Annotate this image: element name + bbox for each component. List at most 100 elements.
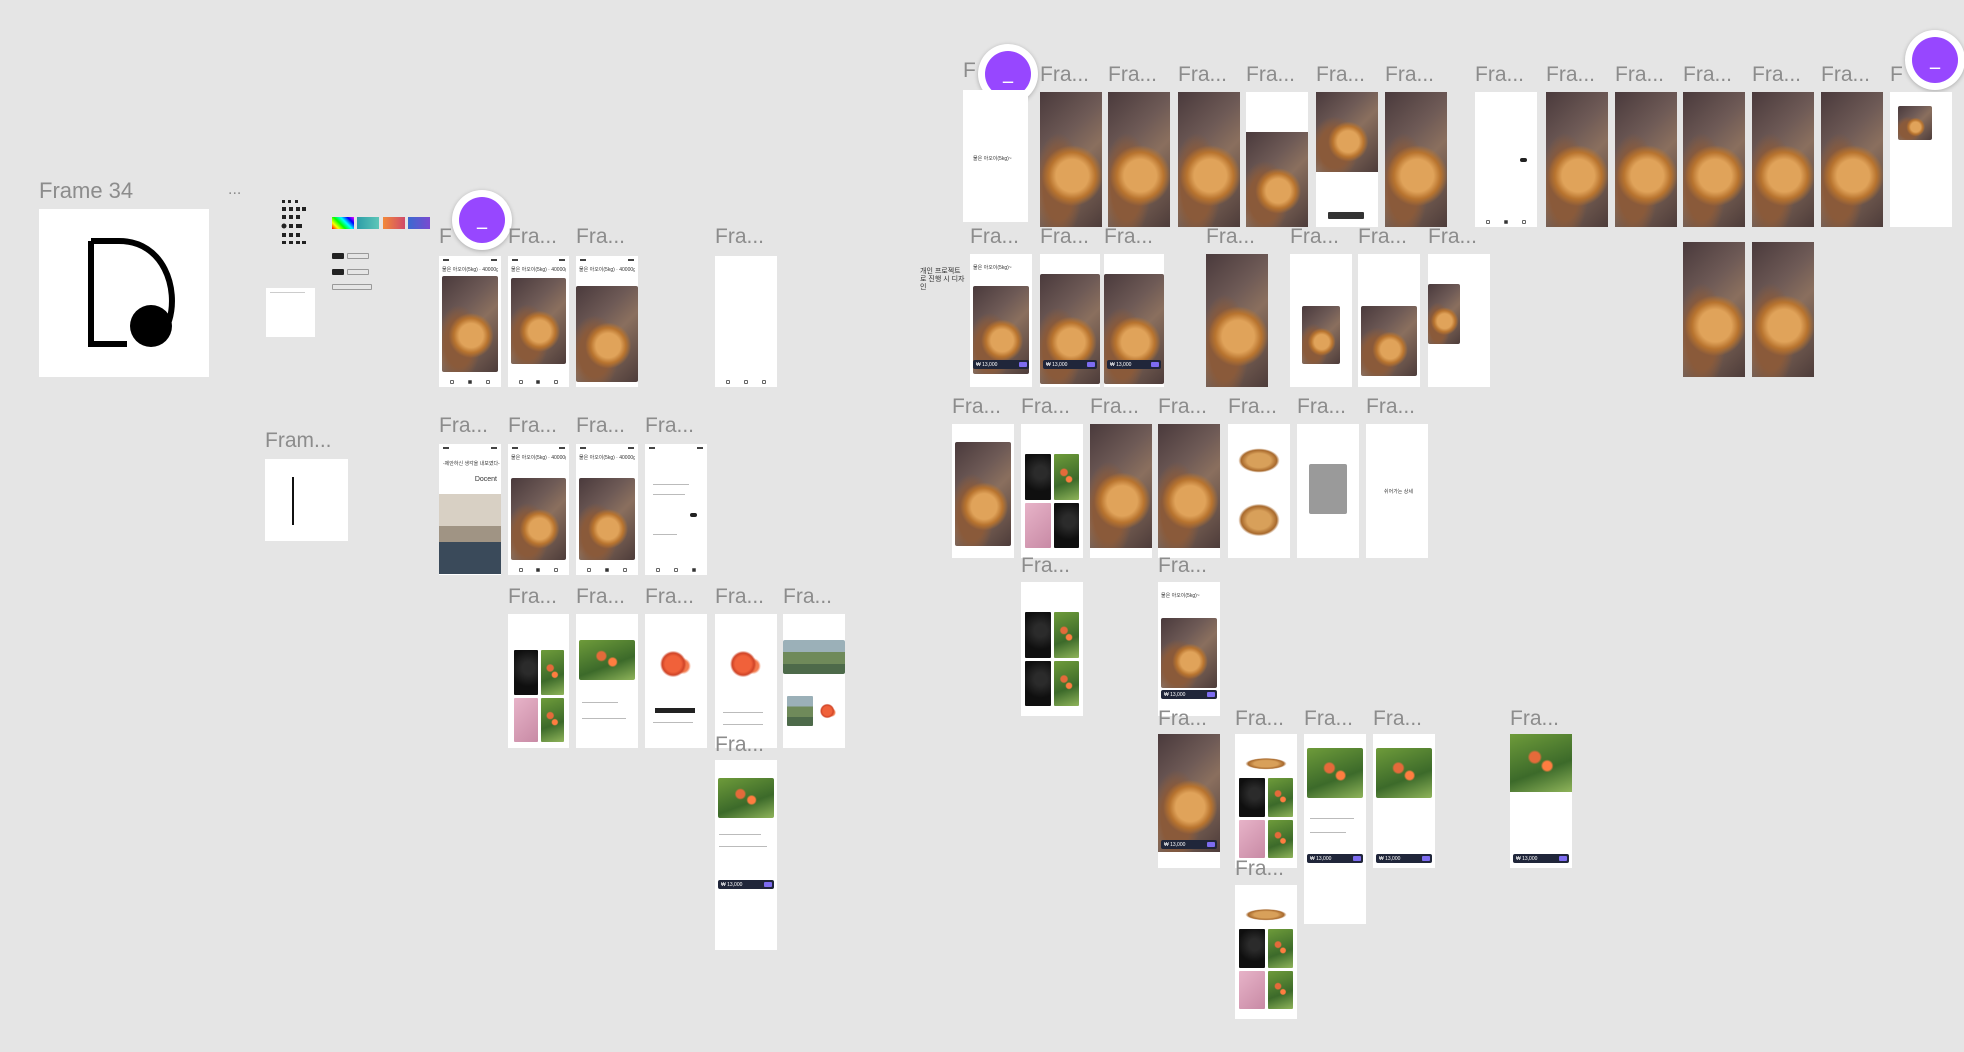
- frame-label[interactable]: Fra...: [715, 734, 764, 755]
- gallery-screen[interactable]: [1021, 424, 1083, 558]
- settings-screen[interactable]: [1475, 92, 1537, 227]
- frame-label[interactable]: Fra...: [1385, 64, 1434, 85]
- presence-avatar[interactable]: _: [1905, 30, 1964, 90]
- screen-frame[interactable]: [1428, 254, 1490, 387]
- frame-label[interactable]: Fra...: [970, 226, 1019, 247]
- frame-label-frame34[interactable]: Frame 34: [39, 180, 133, 202]
- frame-label[interactable]: Fra...: [1235, 708, 1284, 729]
- screen-frame[interactable]: [1358, 254, 1420, 387]
- frame-label[interactable]: Fra...: [1546, 64, 1595, 85]
- screen-frame[interactable]: 물은 아오이(5kg) · 40000g: [508, 444, 569, 575]
- frame-label[interactable]: Fra...: [715, 226, 764, 247]
- frame-label[interactable]: Fra...: [645, 415, 694, 436]
- screen-frame[interactable]: 물은 아오이(5kg)~ ₩ 13,000: [970, 254, 1032, 387]
- toggle-switch[interactable]: [1520, 158, 1527, 162]
- toggle-switch[interactable]: [690, 513, 697, 517]
- frame-label[interactable]: Fra...: [1297, 396, 1346, 417]
- frame-label-cursor[interactable]: Fram...: [265, 430, 332, 451]
- overflow-ellipsis[interactable]: ...: [228, 182, 241, 198]
- product-screen[interactable]: [715, 614, 777, 748]
- frame-label[interactable]: Fra...: [1290, 226, 1339, 247]
- design-canvas[interactable]: Frame 34 ... Fram... _ _ _ F Fra... Fra.…: [0, 0, 1964, 1052]
- screen-frame[interactable]: 물은 아오이(5kg)~ ₩ 13,000: [1158, 582, 1220, 716]
- presence-avatar[interactable]: _: [452, 190, 512, 250]
- frame-label[interactable]: Fra...: [1040, 64, 1089, 85]
- bakery-screen[interactable]: [1228, 424, 1290, 558]
- screen-frame[interactable]: [1821, 92, 1883, 227]
- gallery-screen[interactable]: [1235, 885, 1297, 1019]
- frame-label[interactable]: Fra...: [1206, 226, 1255, 247]
- screen-frame[interactable]: 물은 아오이(5kg) · 40000g: [576, 444, 638, 575]
- product-screen[interactable]: ₩ 13,000: [1373, 734, 1435, 868]
- frame-label[interactable]: Fra...: [952, 396, 1001, 417]
- screen-frame[interactable]: [1090, 424, 1152, 558]
- frame-label[interactable]: Fra...: [1373, 708, 1422, 729]
- frame-label[interactable]: Fra...: [1021, 396, 1070, 417]
- frame-label[interactable]: Fra...: [508, 586, 557, 607]
- screen-frame[interactable]: [1178, 92, 1240, 227]
- color-swatch-orange[interactable]: [383, 217, 405, 229]
- screen-frame[interactable]: 쉬어가는 상세: [1366, 424, 1428, 558]
- screen-frame[interactable]: ₩ 13,000: [1040, 254, 1100, 387]
- cursor-frame[interactable]: [265, 459, 348, 541]
- frame-label[interactable]: Fra...: [1510, 708, 1559, 729]
- screen-frame[interactable]: 물은 아오이(5kg) · 40000g: [508, 256, 569, 387]
- small-note-frame[interactable]: [266, 288, 315, 337]
- screen-frame[interactable]: [1290, 254, 1352, 387]
- screen-frame[interactable]: [1316, 92, 1378, 227]
- frame-label[interactable]: Fra...: [1316, 64, 1365, 85]
- frame-label[interactable]: Fra...: [1228, 396, 1277, 417]
- screen-frame[interactable]: [1108, 92, 1170, 227]
- frame-label[interactable]: Fra...: [439, 415, 488, 436]
- frame-label[interactable]: Fra...: [1475, 64, 1524, 85]
- screen-frame[interactable]: [1246, 92, 1308, 227]
- gallery-screen[interactable]: [1235, 734, 1297, 868]
- screen-frame[interactable]: [1158, 424, 1220, 558]
- frame-label[interactable]: Fra...: [1358, 226, 1407, 247]
- frame-label[interactable]: Fra...: [1235, 858, 1284, 879]
- docent-screen[interactable]: -제안하신 생각을 내보였다- Docent: [439, 444, 501, 575]
- frame-label[interactable]: Fra...: [1104, 226, 1153, 247]
- frame-label[interactable]: F: [439, 226, 452, 247]
- gallery-screen[interactable]: [1021, 582, 1083, 716]
- detail-screen[interactable]: ₩ 13,000: [715, 760, 777, 950]
- screen-frame[interactable]: [1890, 92, 1952, 227]
- screen-frame[interactable]: [1546, 92, 1608, 227]
- screen-frame[interactable]: [952, 424, 1014, 558]
- screen-frame[interactable]: [1297, 424, 1359, 558]
- color-swatch-blue[interactable]: [408, 217, 430, 229]
- color-swatch-rainbow[interactable]: [332, 217, 354, 229]
- frame-label[interactable]: Fra...: [508, 226, 557, 247]
- frame-label[interactable]: Fra...: [1428, 226, 1477, 247]
- color-swatch-teal[interactable]: [357, 217, 379, 229]
- frame-label[interactable]: Fra...: [645, 586, 694, 607]
- frame-label[interactable]: Fra...: [1090, 396, 1139, 417]
- frame-label[interactable]: F: [1890, 64, 1903, 85]
- product-screen[interactable]: ₩ 13,000: [1304, 734, 1366, 924]
- frame-label[interactable]: Fra...: [1158, 396, 1207, 417]
- screen-frame[interactable]: [1206, 254, 1268, 387]
- frame-label[interactable]: Fra...: [508, 415, 557, 436]
- screen-frame[interactable]: ₩ 13,000: [1158, 734, 1220, 868]
- product-screen[interactable]: [576, 614, 638, 748]
- frame-label[interactable]: Fra...: [1683, 64, 1732, 85]
- frame-label[interactable]: Fra...: [1366, 396, 1415, 417]
- screen-frame[interactable]: 물은 아오이(5kg)~: [963, 90, 1028, 222]
- frame-label[interactable]: Fra...: [1178, 64, 1227, 85]
- frame-label[interactable]: Fra...: [715, 586, 764, 607]
- gallery-screen[interactable]: [508, 614, 569, 748]
- frame-label[interactable]: Fra...: [1246, 64, 1295, 85]
- frame-label[interactable]: Fra...: [576, 586, 625, 607]
- frame-label[interactable]: Fra...: [576, 226, 625, 247]
- farm-screen[interactable]: [783, 614, 845, 748]
- frame-label[interactable]: Fra...: [1158, 708, 1207, 729]
- frame-label[interactable]: Fra...: [1752, 64, 1801, 85]
- icon-components-cluster[interactable]: [280, 198, 308, 250]
- screen-frame[interactable]: 물은 아오이(5kg) · 40000g: [439, 256, 501, 387]
- screen-frame[interactable]: ₩ 13,000: [1104, 254, 1164, 387]
- frame-label[interactable]: Fra...: [1304, 708, 1353, 729]
- button-components[interactable]: [332, 253, 372, 293]
- screen-frame[interactable]: 물은 아오이(5kg) · 40000g: [576, 256, 638, 387]
- frame-label[interactable]: Fra...: [1108, 64, 1157, 85]
- screen-frame[interactable]: [1683, 242, 1745, 377]
